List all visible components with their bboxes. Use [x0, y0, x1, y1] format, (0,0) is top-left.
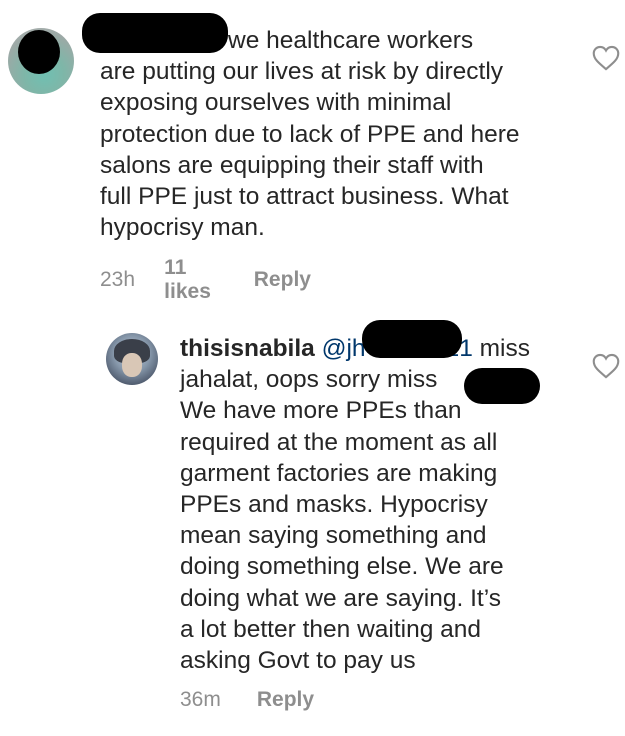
comment-line: doing something else. We are: [180, 553, 504, 581]
comment-line: are putting our lives at risk by directl…: [100, 58, 504, 86]
mention-redaction: [362, 320, 462, 358]
comment-text: 1 Lol we healthcare workers are putting …: [100, 25, 570, 243]
comment-line: garment factories are making: [180, 459, 498, 487]
heart-outline-icon[interactable]: [592, 45, 620, 71]
mention-redaction: [464, 368, 540, 404]
comment-line: doing what we are saying. It’s: [180, 584, 501, 612]
comment-line: full PPE just to attract business. What: [100, 183, 509, 211]
avatar[interactable]: [8, 28, 74, 94]
reply-button[interactable]: Reply: [257, 688, 314, 712]
comment-line: required at the moment as all: [180, 428, 498, 456]
comment-line: mean saying something and: [180, 522, 487, 550]
comment-time: 36m: [180, 688, 221, 711]
redaction-mark: [18, 30, 60, 74]
comment-line: exposing ourselves with minimal: [100, 89, 452, 117]
comment-line: protection due to lack of PPE and here: [100, 120, 520, 148]
username-redaction: [82, 13, 228, 53]
comment-line: a lot better then waiting and: [180, 615, 482, 643]
comment-time: 23h: [100, 268, 136, 291]
comment-line: asking Govt to pay us: [180, 647, 416, 675]
comment-meta: 23h 11 likes Reply: [100, 256, 311, 304]
likes-count-link[interactable]: 11 likes: [164, 256, 224, 304]
comment-line: salons are equipping their staff with: [100, 151, 484, 179]
comment-line: hypocrisy man.: [100, 214, 265, 242]
avatar[interactable]: [106, 333, 158, 385]
username-link[interactable]: thisisnabila: [180, 335, 315, 362]
reply-button[interactable]: Reply: [254, 268, 311, 292]
heart-outline-icon[interactable]: [592, 353, 620, 379]
comment-meta: 36m Reply: [180, 688, 314, 712]
comment-line: jahalat, oops sorry miss: [180, 366, 438, 394]
comment-line: PPEs and masks. Hypocrisy: [180, 491, 488, 519]
comment-line: We have more PPEs than: [180, 397, 462, 425]
